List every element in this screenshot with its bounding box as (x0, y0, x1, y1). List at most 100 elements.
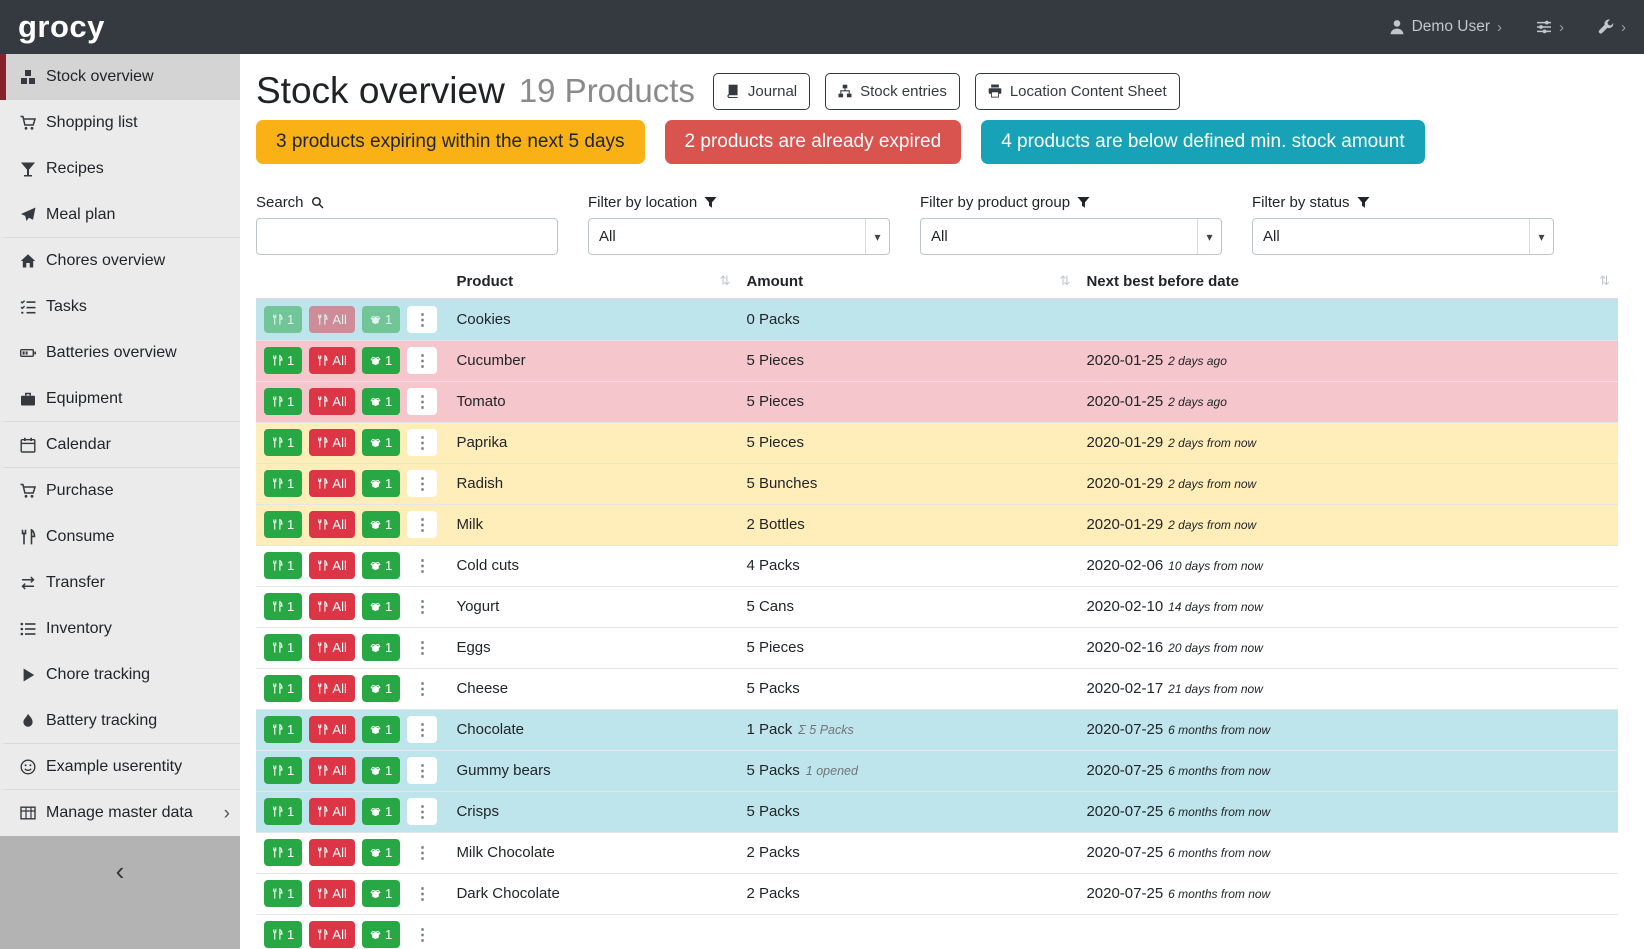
consume-one-button[interactable]: 1 (264, 429, 302, 456)
location-select[interactable]: All ▾ (588, 218, 890, 255)
expiring-alert[interactable]: 3 products expiring within the next 5 da… (256, 120, 645, 164)
consume-all-button[interactable]: All (309, 839, 354, 866)
row-menu-button[interactable]: ⋮ (407, 839, 437, 866)
sidebar-item-chores-overview[interactable]: Chores overview (0, 238, 240, 284)
stock-table-body: 1 All 1 ⋮ (256, 299, 1618, 949)
row-menu-button[interactable]: ⋮ (407, 552, 437, 579)
journal-button[interactable]: Journal (713, 73, 810, 110)
expired-alert[interactable]: 2 products are already expired (665, 120, 962, 164)
row-menu-button[interactable]: ⋮ (407, 429, 437, 456)
location-content-sheet-button[interactable]: Location Content Sheet (975, 73, 1180, 110)
open-one-button[interactable]: 1 (362, 798, 400, 825)
row-menu-button[interactable]: ⋮ (407, 921, 437, 948)
user-menu[interactable]: Demo User › (1389, 18, 1502, 36)
open-one-button[interactable]: 1 (362, 757, 400, 784)
sidebar-item-consume[interactable]: Consume (0, 514, 240, 560)
row-menu-button[interactable]: ⋮ (407, 511, 437, 538)
row-menu-button[interactable]: ⋮ (407, 388, 437, 415)
open-one-button[interactable]: 1 (362, 429, 400, 456)
consume-one-button[interactable]: 1 (264, 716, 302, 743)
sidebar-item-example-userentity[interactable]: Example userentity (0, 744, 240, 790)
consume-all-button[interactable]: All (309, 593, 354, 620)
consume-all-button[interactable]: All (309, 306, 354, 333)
sidebar-item-tasks[interactable]: Tasks (0, 284, 240, 330)
open-one-button[interactable]: 1 (362, 634, 400, 661)
sidebar-item-chore-tracking[interactable]: Chore tracking (0, 652, 240, 698)
open-one-button[interactable]: 1 (362, 552, 400, 579)
open-one-button[interactable]: 1 (362, 716, 400, 743)
consume-one-button[interactable]: 1 (264, 839, 302, 866)
row-menu-button[interactable]: ⋮ (407, 880, 437, 907)
sidebar-item-manage-master-data[interactable]: Manage master data › (0, 790, 240, 836)
consume-one-button[interactable]: 1 (264, 388, 302, 415)
below-min-stock-alert[interactable]: 4 products are below defined min. stock … (981, 120, 1424, 164)
row-menu-button[interactable]: ⋮ (407, 306, 437, 333)
consume-one-button[interactable]: 1 (264, 880, 302, 907)
consume-all-button[interactable]: All (309, 511, 354, 538)
consume-one-button[interactable]: 1 (264, 921, 302, 948)
open-one-button[interactable]: 1 (362, 839, 400, 866)
open-one-button[interactable]: 1 (362, 921, 400, 948)
open-one-button[interactable]: 1 (362, 347, 400, 374)
sidebar-item-transfer[interactable]: Transfer (0, 560, 240, 606)
row-menu-button[interactable]: ⋮ (407, 675, 437, 702)
sidebar-item-purchase[interactable]: Purchase (0, 468, 240, 514)
consume-one-button[interactable]: 1 (264, 757, 302, 784)
row-menu-button[interactable]: ⋮ (407, 757, 437, 784)
sidebar-item-calendar[interactable]: Calendar (0, 422, 240, 468)
consume-all-button[interactable]: All (309, 757, 354, 784)
row-menu-button[interactable]: ⋮ (407, 347, 437, 374)
column-amount[interactable]: Amount ⇅ (738, 267, 1078, 299)
collapse-sidebar-button[interactable]: ‹ (116, 856, 125, 886)
open-one-button[interactable]: 1 (362, 306, 400, 333)
consume-all-button[interactable]: All (309, 470, 354, 497)
consume-all-button[interactable]: All (309, 347, 354, 374)
search-input[interactable] (256, 218, 558, 255)
product-group-select[interactable]: All ▾ (920, 218, 1222, 255)
consume-all-button[interactable]: All (309, 921, 354, 948)
consume-all-button[interactable]: All (309, 716, 354, 743)
consume-all-button[interactable]: All (309, 798, 354, 825)
admin-menu[interactable]: › (1598, 19, 1626, 36)
consume-one-button[interactable]: 1 (264, 511, 302, 538)
consume-all-button[interactable]: All (309, 429, 354, 456)
sidebar-item-recipes[interactable]: Recipes (0, 146, 240, 192)
consume-one-button[interactable]: 1 (264, 593, 302, 620)
row-menu-button[interactable]: ⋮ (407, 798, 437, 825)
open-one-button[interactable]: 1 (362, 593, 400, 620)
column-product[interactable]: Product ⇅ (448, 267, 738, 299)
sidebar-item-meal-plan[interactable]: Meal plan (0, 192, 240, 238)
status-select[interactable]: All ▾ (1252, 218, 1554, 255)
utensils-icon (317, 478, 328, 489)
consume-one-button[interactable]: 1 (264, 634, 302, 661)
consume-all-button[interactable]: All (309, 675, 354, 702)
row-menu-button[interactable]: ⋮ (407, 470, 437, 497)
row-menu-button[interactable]: ⋮ (407, 716, 437, 743)
sidebar-item-batteries-overview[interactable]: Batteries overview (0, 330, 240, 376)
sidebar-item-equipment[interactable]: Equipment (0, 376, 240, 422)
consume-all-button[interactable]: All (309, 634, 354, 661)
column-next-best-before-date[interactable]: Next best before date ⇅ (1078, 267, 1618, 299)
settings-menu[interactable]: › (1536, 19, 1564, 36)
open-one-button[interactable]: 1 (362, 388, 400, 415)
stock-entries-button[interactable]: Stock entries (825, 73, 960, 110)
consume-one-button[interactable]: 1 (264, 347, 302, 374)
consume-all-button[interactable]: All (309, 552, 354, 579)
sidebar-item-inventory[interactable]: Inventory (0, 606, 240, 652)
row-menu-button[interactable]: ⋮ (407, 593, 437, 620)
open-one-button[interactable]: 1 (362, 880, 400, 907)
row-menu-button[interactable]: ⋮ (407, 634, 437, 661)
consume-one-button[interactable]: 1 (264, 470, 302, 497)
open-one-button[interactable]: 1 (362, 511, 400, 538)
open-one-button[interactable]: 1 (362, 675, 400, 702)
sidebar-item-shopping-list[interactable]: Shopping list (0, 100, 240, 146)
open-one-button[interactable]: 1 (362, 470, 400, 497)
sidebar-item-stock-overview[interactable]: Stock overview (0, 54, 240, 100)
sidebar-item-battery-tracking[interactable]: Battery tracking (0, 698, 240, 744)
consume-all-button[interactable]: All (309, 388, 354, 415)
consume-one-button[interactable]: 1 (264, 306, 302, 333)
consume-all-button[interactable]: All (309, 880, 354, 907)
consume-one-button[interactable]: 1 (264, 552, 302, 579)
consume-one-button[interactable]: 1 (264, 798, 302, 825)
consume-one-button[interactable]: 1 (264, 675, 302, 702)
